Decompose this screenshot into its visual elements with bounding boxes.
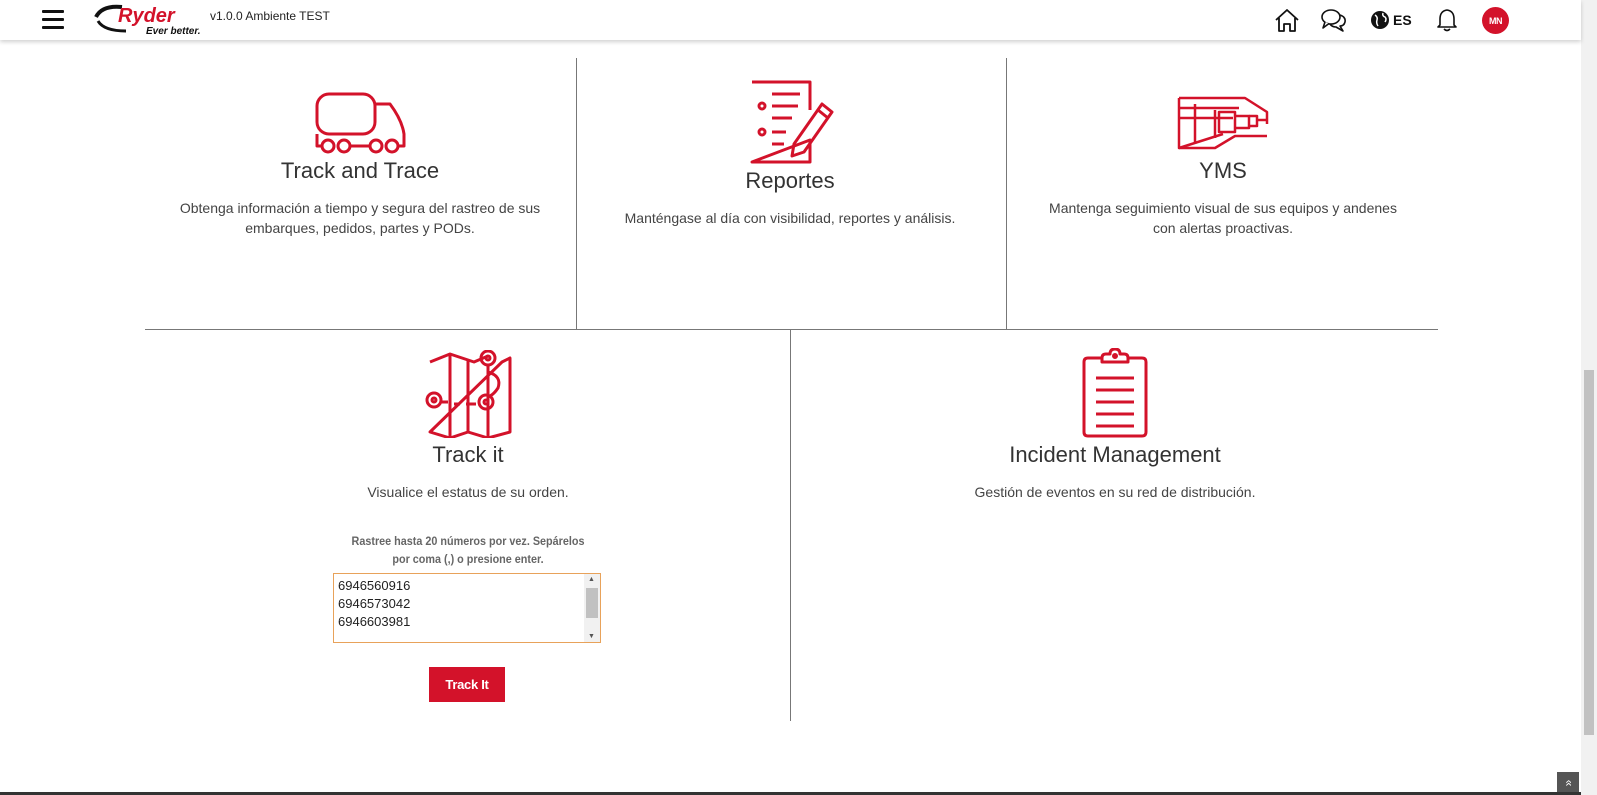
card-yms[interactable]: YMS Mantenga seguimiento visual de sus e… [1038,94,1408,238]
card-description: Gestión de eventos en su red de distribu… [974,484,1256,500]
svg-text:Ryder: Ryder [118,5,176,27]
back-to-top-icon[interactable]: » [1557,772,1579,794]
user-avatar[interactable]: MN [1482,7,1509,34]
divider [1006,58,1007,330]
card-reportes[interactable]: Reportes Manténgase al día con visibilid… [605,80,975,228]
card-title: YMS [1199,158,1247,183]
card-track-and-trace[interactable]: Track and Trace Obtenga información a ti… [175,90,545,238]
tracking-numbers-input[interactable] [334,574,584,642]
menu-icon[interactable] [42,10,64,30]
globe-icon[interactable] [1369,7,1391,33]
card-incident-management[interactable]: Incident Management Gestión de eventos e… [930,348,1300,502]
divider [145,329,1438,330]
card-title: Track it [432,442,504,467]
textarea-scrollbar[interactable]: ▲ ▼ [584,574,600,642]
version-label: v1.0.0 Ambiente TEST [210,9,330,23]
svg-text:Ever better.: Ever better. [146,26,200,37]
top-navbar: Ryder Ever better. v1.0.0 Ambiente TEST … [0,0,1581,40]
card-description: Obtenga información a tiempo y segura de… [179,200,541,236]
card-title: Incident Management [1009,442,1221,467]
tracking-numbers-box: ▲ ▼ [333,573,601,643]
report-icon [750,80,834,164]
card-description: Mantenga seguimiento visual de sus equip… [1049,200,1397,236]
clipboard-icon [1082,348,1148,438]
card-title: Track and Trace [280,158,440,183]
card-track-it[interactable]: Track it Visualice el estatus de su orde… [283,350,653,502]
track-help-text: Rastree hasta 20 números por vez. Sepáre… [351,534,585,566]
scroll-thumb[interactable] [586,588,598,618]
scroll-up-icon[interactable]: ▲ [588,576,595,583]
divider [790,329,791,721]
truck-icon [315,92,406,154]
chat-icon[interactable] [1320,7,1348,33]
ryder-logo[interactable]: Ryder Ever better. [92,3,210,37]
card-description: Manténgase al día con visibilidad, repor… [624,210,956,226]
yard-icon [1177,96,1269,150]
page-scroll-thumb[interactable] [1584,370,1594,735]
map-route-icon [425,350,512,438]
divider [576,58,577,330]
card-title: Reportes [745,168,835,193]
bell-icon[interactable] [1435,7,1459,33]
language-selector[interactable]: ES [1393,12,1412,28]
home-icon[interactable] [1273,7,1301,33]
track-it-button[interactable]: Track It [429,667,505,702]
card-description: Visualice el estatus de su orden. [367,484,569,500]
scroll-down-icon[interactable]: ▼ [588,633,595,640]
